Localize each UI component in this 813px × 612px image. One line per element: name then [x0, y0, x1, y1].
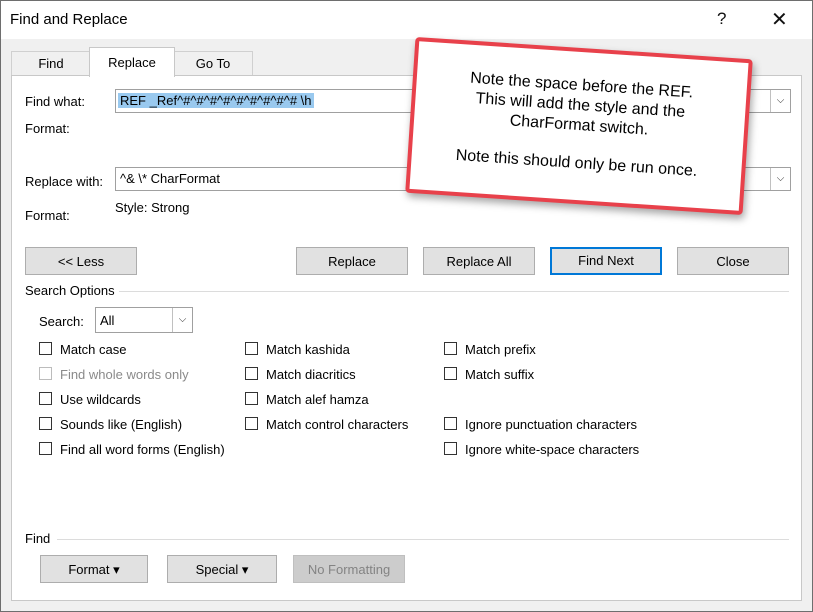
find-what-label: Find what:	[25, 94, 85, 109]
replace-with-label: Replace with:	[25, 174, 104, 189]
search-options-heading: Search Options	[25, 283, 115, 298]
match-alef-hamza-label[interactable]: Match alef hamza	[266, 392, 369, 407]
match-prefix-checkbox[interactable]	[444, 342, 457, 355]
find-next-button[interactable]: Find Next	[550, 247, 662, 275]
replace-format-value: Style: Strong	[115, 200, 190, 215]
match-prefix-label[interactable]: Match prefix	[465, 342, 536, 357]
replace-with-value: ^& \* CharFormat	[120, 171, 221, 186]
replace-format-label: Format:	[25, 208, 70, 223]
wildcards-checkbox[interactable]	[39, 392, 52, 405]
search-direction-value: All	[100, 313, 115, 328]
word-forms-checkbox[interactable]	[39, 442, 52, 455]
sounds-like-label[interactable]: Sounds like (English)	[60, 417, 182, 432]
find-format-label: Format:	[25, 121, 70, 136]
find-what-value: REF _Ref^#^#^#^#^#^#^#^#^# \h	[118, 93, 314, 108]
search-options-divider	[119, 291, 789, 292]
search-direction-label: Search:	[39, 314, 84, 329]
close-button[interactable]: Close	[677, 247, 789, 275]
match-diacritics-checkbox[interactable]	[245, 367, 258, 380]
match-kashida-label[interactable]: Match kashida	[266, 342, 350, 357]
tab-go-to[interactable]: Go To	[173, 51, 253, 76]
match-diacritics-label[interactable]: Match diacritics	[266, 367, 356, 382]
find-section-heading: Find	[25, 531, 51, 546]
whole-words-checkbox	[39, 367, 52, 380]
tab-replace[interactable]: Replace	[89, 47, 175, 77]
match-control-chars-label[interactable]: Match control characters	[266, 417, 408, 432]
match-control-chars-checkbox[interactable]	[245, 417, 258, 430]
ignore-whitespace-label[interactable]: Ignore white-space characters	[465, 442, 639, 457]
ignore-punctuation-label[interactable]: Ignore punctuation characters	[465, 417, 637, 432]
title-bar: Find and Replace ? ✕	[1, 1, 812, 39]
ignore-punctuation-checkbox[interactable]	[444, 417, 457, 430]
annotation-callout: Note the space before the REF. This will…	[405, 36, 753, 216]
match-suffix-checkbox[interactable]	[444, 367, 457, 380]
wildcards-label[interactable]: Use wildcards	[60, 392, 141, 407]
match-suffix-label[interactable]: Match suffix	[465, 367, 534, 382]
less-button[interactable]: << Less	[25, 247, 137, 275]
match-case-label[interactable]: Match case	[60, 342, 126, 357]
search-direction-chevron-icon[interactable]: ⌵	[172, 308, 192, 332]
no-formatting-button: No Formatting	[293, 555, 405, 583]
match-case-checkbox[interactable]	[39, 342, 52, 355]
window-title: Find and Replace	[10, 11, 128, 28]
find-section-divider	[57, 539, 789, 540]
close-icon[interactable]: ✕	[771, 7, 788, 32]
replace-all-button[interactable]: Replace All	[423, 247, 535, 275]
tab-find[interactable]: Find	[11, 51, 91, 76]
whole-words-label: Find whole words only	[60, 367, 189, 382]
find-dropdown-chevron-icon[interactable]: ⌵	[770, 90, 790, 112]
ignore-whitespace-checkbox[interactable]	[444, 442, 457, 455]
format-menu-button[interactable]: Format ▾	[40, 555, 148, 583]
special-menu-button[interactable]: Special ▾	[167, 555, 277, 583]
help-icon[interactable]: ?	[717, 9, 726, 29]
search-direction-select[interactable]: All ⌵	[95, 307, 193, 333]
sounds-like-checkbox[interactable]	[39, 417, 52, 430]
word-forms-label[interactable]: Find all word forms (English)	[60, 442, 225, 457]
match-kashida-checkbox[interactable]	[245, 342, 258, 355]
replace-dropdown-chevron-icon[interactable]: ⌵	[770, 168, 790, 190]
replace-button[interactable]: Replace	[296, 247, 408, 275]
match-alef-hamza-checkbox[interactable]	[245, 392, 258, 405]
